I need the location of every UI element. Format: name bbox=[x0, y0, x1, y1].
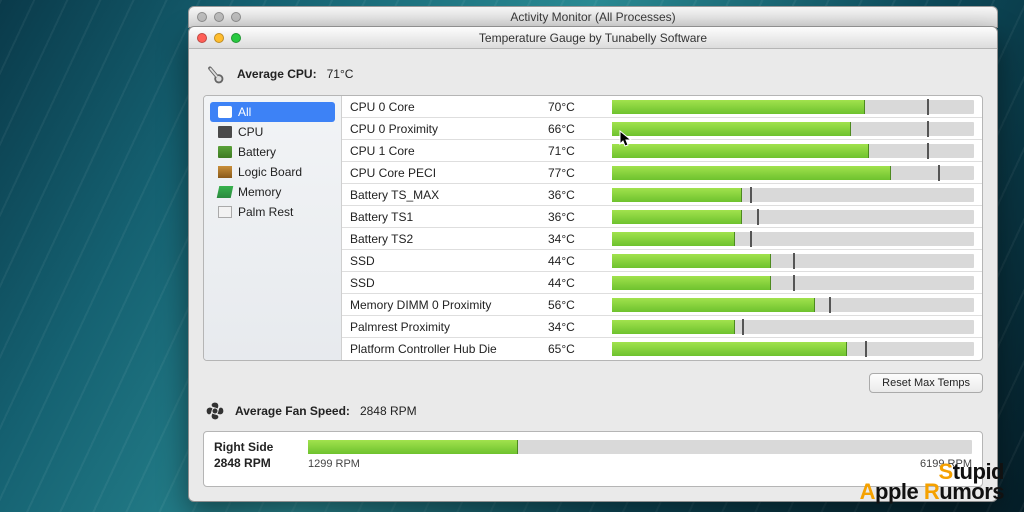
sensor-row[interactable]: Battery TS1 36°C bbox=[342, 206, 982, 228]
sensor-temp: 66°C bbox=[548, 122, 604, 136]
sensor-name: Battery TS2 bbox=[350, 232, 540, 246]
close-button[interactable] bbox=[197, 33, 207, 43]
sensor-bar bbox=[612, 342, 974, 356]
logic-board-icon bbox=[218, 166, 232, 178]
sensor-temp: 77°C bbox=[548, 166, 604, 180]
main-window: Temperature Gauge by Tunabelly Software … bbox=[188, 26, 998, 502]
sensor-row[interactable]: CPU Core PECI 77°C bbox=[342, 162, 982, 184]
sensor-name: SSD bbox=[350, 254, 540, 268]
sensor-row[interactable]: CPU 0 Core 70°C bbox=[342, 96, 982, 118]
category-sidebar: All CPU Battery Logic Board Memory Palm Rest bbox=[204, 96, 342, 360]
sensor-bar bbox=[612, 188, 974, 202]
sensor-name: CPU 0 Core bbox=[350, 100, 540, 114]
fan-min-rpm: 1299 RPM bbox=[308, 458, 360, 470]
avg-fan-value: 2848 RPM bbox=[360, 404, 417, 418]
sensor-name: SSD bbox=[350, 276, 540, 290]
sensor-temp: 36°C bbox=[548, 188, 604, 202]
fan-icon bbox=[205, 401, 225, 421]
sensor-name: Battery TS_MAX bbox=[350, 188, 540, 202]
sensor-name: CPU 1 Core bbox=[350, 144, 540, 158]
sidebar-item-logic-board[interactable]: Logic Board bbox=[210, 162, 335, 182]
reset-max-temps-button[interactable]: Reset Max Temps bbox=[869, 373, 983, 393]
thermometer-icon bbox=[201, 59, 232, 90]
battery-icon bbox=[218, 146, 232, 158]
sensor-name: CPU Core PECI bbox=[350, 166, 540, 180]
cpu-summary: Average CPU: 71°C bbox=[205, 63, 981, 85]
sensor-bar bbox=[612, 232, 974, 246]
back-close-button[interactable] bbox=[197, 12, 207, 22]
avg-cpu-label: Average CPU: bbox=[237, 67, 317, 81]
sensor-bar bbox=[612, 210, 974, 224]
back-traffic-lights bbox=[197, 7, 241, 27]
sensor-temp: 71°C bbox=[548, 144, 604, 158]
sensor-temp: 34°C bbox=[548, 320, 604, 334]
sensor-temp: 44°C bbox=[548, 254, 604, 268]
sensor-bar bbox=[612, 320, 974, 334]
cpu-icon bbox=[218, 126, 232, 138]
sensor-table: CPU 0 Core 70°C CPU 0 Proximity 66°C CPU 1 C… bbox=[342, 96, 982, 360]
sensor-temp: 44°C bbox=[548, 276, 604, 290]
sensor-temp: 34°C bbox=[548, 232, 604, 246]
sensor-bar bbox=[612, 254, 974, 268]
sensor-row[interactable]: Platform Controller Hub Die 65°C bbox=[342, 338, 982, 360]
minimize-button[interactable] bbox=[214, 33, 224, 43]
sensor-name: CPU 0 Proximity bbox=[350, 122, 540, 136]
sensor-temp: 56°C bbox=[548, 298, 604, 312]
sensor-row[interactable]: Battery TS_MAX 36°C bbox=[342, 184, 982, 206]
all-icon bbox=[218, 106, 232, 118]
fan-speed-bar bbox=[308, 440, 972, 454]
zoom-button[interactable] bbox=[231, 33, 241, 43]
sidebar-item-battery[interactable]: Battery bbox=[210, 142, 335, 162]
sidebar-item-label: CPU bbox=[238, 125, 263, 139]
sensor-temp: 65°C bbox=[548, 342, 604, 356]
sidebar-item-all[interactable]: All bbox=[210, 102, 335, 122]
sensor-row[interactable]: CPU 1 Core 71°C bbox=[342, 140, 982, 162]
memory-icon bbox=[217, 186, 234, 198]
sensor-bar bbox=[612, 166, 974, 180]
sensor-bar bbox=[612, 276, 974, 290]
back-minimize-button[interactable] bbox=[214, 12, 224, 22]
sensor-row[interactable]: CPU 0 Proximity 66°C bbox=[342, 118, 982, 140]
back-window-title: Activity Monitor (All Processes) bbox=[510, 10, 675, 24]
sidebar-item-cpu[interactable]: CPU bbox=[210, 122, 335, 142]
window-title: Temperature Gauge by Tunabelly Software bbox=[479, 31, 707, 45]
sensor-bar bbox=[612, 100, 974, 114]
watermark: Stupid Apple Rumors bbox=[860, 462, 1004, 502]
fan-summary: Average Fan Speed: 2848 RPM bbox=[205, 401, 981, 421]
avg-cpu-value: 71°C bbox=[327, 67, 354, 81]
sensor-row[interactable]: Battery TS2 34°C bbox=[342, 228, 982, 250]
sensor-row[interactable]: Memory DIMM 0 Proximity 56°C bbox=[342, 294, 982, 316]
back-zoom-button[interactable] bbox=[231, 12, 241, 22]
back-window-titlebar: Activity Monitor (All Processes) bbox=[188, 6, 998, 28]
palmrest-icon bbox=[218, 206, 232, 218]
sensor-row[interactable]: SSD 44°C bbox=[342, 272, 982, 294]
sidebar-item-palm-rest[interactable]: Palm Rest bbox=[210, 202, 335, 222]
sensor-row[interactable]: Palmrest Proximity 34°C bbox=[342, 316, 982, 338]
sensor-name: Memory DIMM 0 Proximity bbox=[350, 298, 540, 312]
titlebar[interactable]: Temperature Gauge by Tunabelly Software bbox=[189, 27, 997, 49]
sensor-bar bbox=[612, 298, 974, 312]
sidebar-item-label: Palm Rest bbox=[238, 205, 293, 219]
sidebar-item-label: Logic Board bbox=[238, 165, 302, 179]
fan-current-rpm: 2848 RPM bbox=[214, 456, 294, 470]
sensor-bar bbox=[612, 122, 974, 136]
sensor-name: Palmrest Proximity bbox=[350, 320, 540, 334]
sidebar-item-label: All bbox=[238, 105, 251, 119]
sensor-bar bbox=[612, 144, 974, 158]
sensor-name: Platform Controller Hub Die bbox=[350, 342, 540, 356]
sensor-name: Battery TS1 bbox=[350, 210, 540, 224]
fan-name: Right Side bbox=[214, 440, 294, 454]
sidebar-item-memory[interactable]: Memory bbox=[210, 182, 335, 202]
sidebar-item-label: Memory bbox=[238, 185, 281, 199]
avg-fan-label: Average Fan Speed: bbox=[235, 404, 350, 418]
sensor-row[interactable]: SSD 44°C bbox=[342, 250, 982, 272]
sensor-temp: 70°C bbox=[548, 100, 604, 114]
sensor-temp: 36°C bbox=[548, 210, 604, 224]
sidebar-item-label: Battery bbox=[238, 145, 276, 159]
